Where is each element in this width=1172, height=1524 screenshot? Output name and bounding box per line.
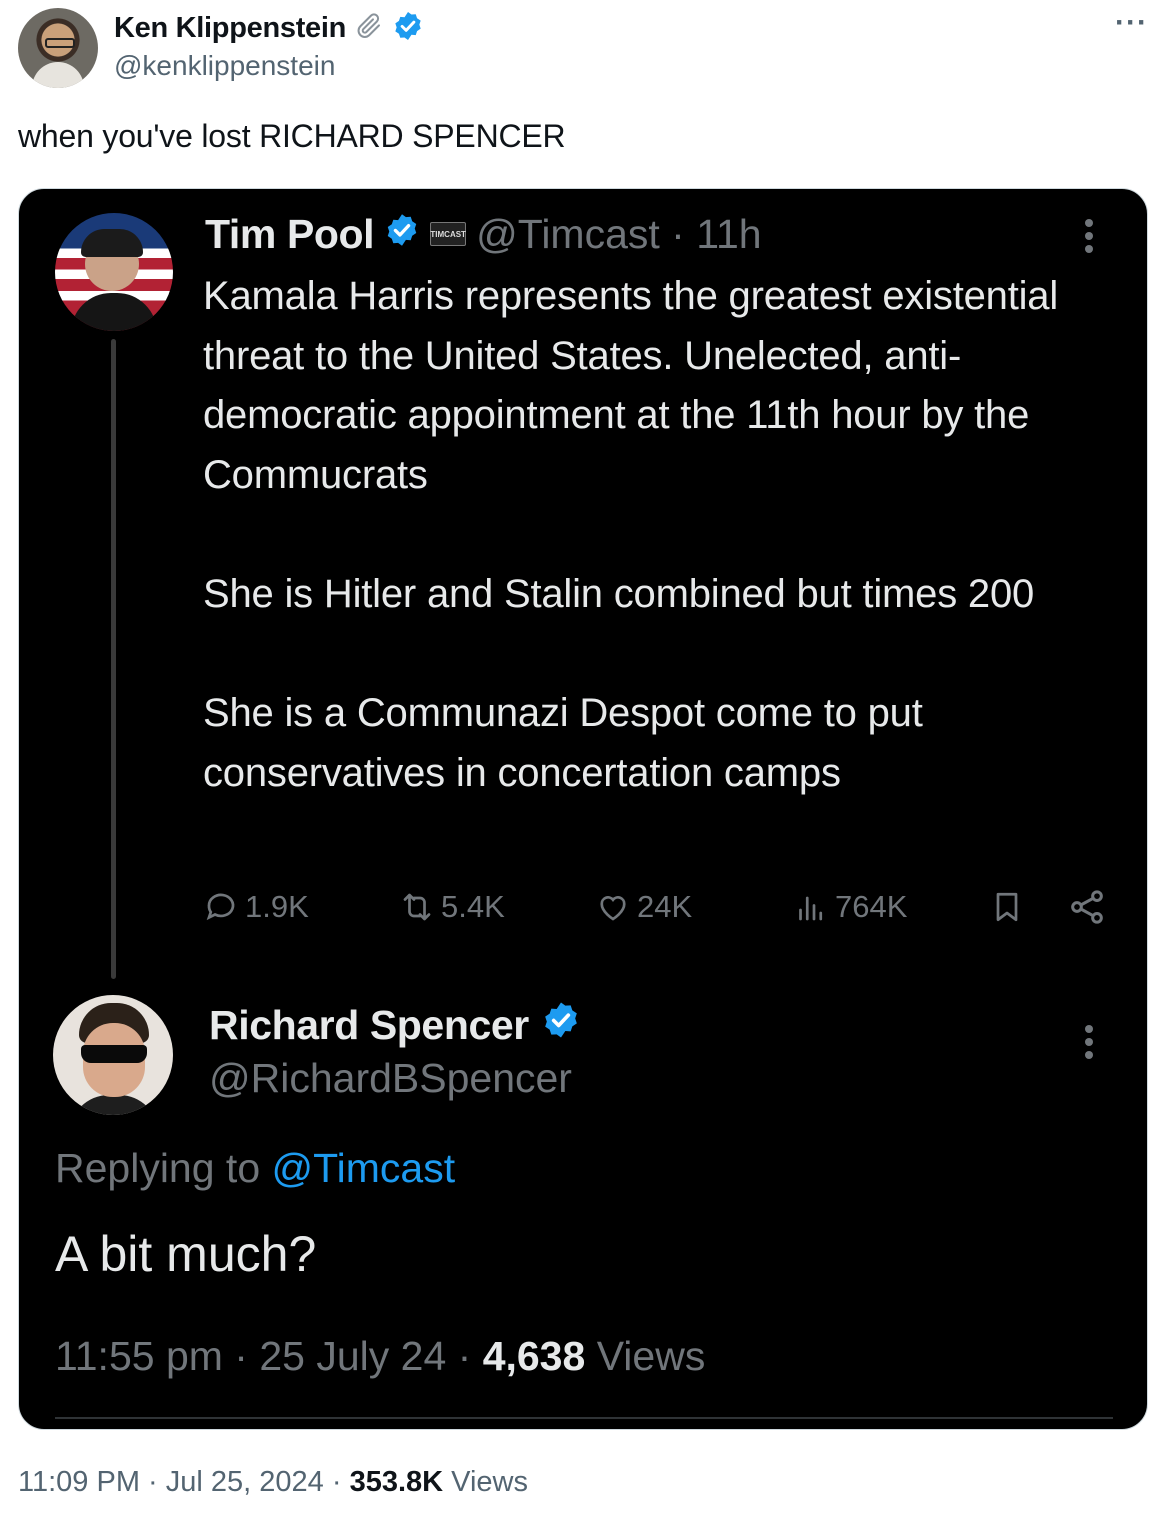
original-paragraph: She is Hitler and Stalin combined but ti…	[203, 571, 1035, 616]
reply-icon	[203, 889, 239, 925]
views-stat: 764K	[793, 885, 907, 929]
author-name[interactable]: Ken Klippenstein	[114, 12, 346, 45]
replying-to-mention: @Timcast	[271, 1145, 456, 1191]
verified-badge-icon	[392, 10, 424, 47]
original-handle-time: @Timcast · 11h	[476, 210, 762, 257]
affiliate-badge-icon: TIMCAST	[430, 222, 467, 246]
analytics-icon	[793, 889, 829, 925]
tweet-footer: 11:09 PM · Jul 25, 2024 · 353.8K Views	[18, 1466, 528, 1499]
repost-count: 5.4K	[441, 889, 505, 924]
like-count: 24K	[637, 889, 693, 924]
avatar-shirt	[69, 1095, 159, 1115]
heart-icon	[595, 889, 631, 925]
repost-icon	[399, 889, 435, 925]
original-more-icon	[1085, 219, 1095, 253]
views-count: 764K	[835, 889, 908, 924]
reply-time: 11:55 pm	[55, 1333, 223, 1379]
paperclip-icon	[354, 11, 384, 46]
tweet-time[interactable]: 11:09 PM	[18, 1466, 140, 1498]
reply-metadata: 11:55 pm · 25 July 24 · 4,638 Views	[55, 1333, 705, 1380]
tweet-date[interactable]: Jul 25, 2024	[166, 1466, 324, 1498]
avatar-beanie	[81, 229, 143, 257]
reply-date: 25 July 24	[259, 1333, 447, 1379]
separator: ·	[222, 1333, 260, 1379]
verified-badge-icon	[384, 211, 420, 258]
like-stat: 24K	[595, 885, 692, 929]
reply-author-handle: @RichardBSpencer	[209, 1055, 572, 1101]
bookmark-icon	[989, 885, 1025, 929]
original-author-name: Tim Pool	[205, 210, 375, 257]
original-tweet-text: Kamala Harris represents the greatest ex…	[203, 267, 1103, 803]
repost-stat: 5.4K	[399, 885, 505, 929]
reply-text: A bit much?	[55, 1226, 317, 1282]
tweet-views-label: Views	[451, 1466, 529, 1498]
reply-count: 1.9K	[245, 889, 309, 924]
replying-to-line: Replying to @Timcast	[55, 1145, 455, 1192]
original-paragraph: She is a Communazi Despot come to put co…	[203, 691, 923, 795]
reply-views-label: Views	[585, 1333, 706, 1379]
tweet-media-image[interactable]: Tim Pool TIMCAST @Timcast · 11h Kamala H…	[18, 188, 1148, 1430]
avatar-shirt	[32, 62, 84, 88]
author-name-row: Ken Klippenstein	[114, 10, 424, 46]
original-author-avatar	[55, 213, 173, 331]
tweet-views-count: 353.8K	[349, 1466, 444, 1498]
reply-header: Richard Spencer	[209, 997, 581, 1053]
author-avatar[interactable]	[18, 8, 98, 88]
avatar-body	[71, 293, 157, 331]
separator: ·	[331, 1466, 342, 1498]
author-handle[interactable]: @kenklippenstein	[114, 50, 335, 82]
reply-author-name: Richard Spencer	[209, 1001, 529, 1048]
separator: ·	[446, 1333, 483, 1379]
replying-to-label: Replying to	[55, 1145, 272, 1191]
separator: ·	[148, 1466, 158, 1498]
avatar-glasses	[45, 38, 75, 48]
share-icon	[1067, 885, 1107, 929]
divider	[55, 1417, 1113, 1419]
reply-author-avatar	[53, 995, 173, 1115]
reply-stat: 1.9K	[203, 885, 309, 929]
original-header: Tim Pool TIMCAST @Timcast · 11h	[205, 209, 762, 259]
reply-more-icon	[1085, 1025, 1095, 1059]
avatar-sunglasses	[81, 1045, 147, 1063]
original-action-bar: 1.9K 5.4K 24K 764K	[203, 885, 1103, 929]
reply-views-count: 4,638	[482, 1333, 586, 1379]
tweet-text: when you've lost RICHARD SPENCER	[18, 118, 566, 154]
more-options-icon[interactable]: ···	[1115, 6, 1148, 40]
verified-badge-icon	[541, 1000, 581, 1050]
thread-connector-line	[111, 339, 116, 979]
original-paragraph: Kamala Harris represents the greatest ex…	[203, 274, 1059, 497]
